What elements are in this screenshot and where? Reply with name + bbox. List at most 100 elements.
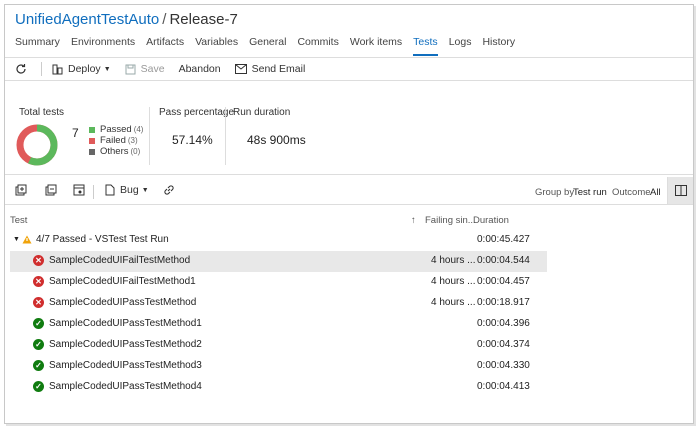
sort-up-icon[interactable]: ↑	[411, 215, 416, 226]
tab-commits[interactable]: Commits	[297, 36, 338, 56]
abandon-button[interactable]: Abandon	[179, 63, 221, 75]
total-tests-label: Total tests	[19, 107, 65, 118]
test-result-row[interactable]: ✓ SampleCodedUIPassTestMethod1 0:00:04.396	[10, 314, 547, 335]
run-duration-label: Run duration	[233, 107, 291, 118]
bug-label: Bug	[120, 184, 139, 196]
test-name: SampleCodedUIPassTestMethod4	[49, 381, 202, 392]
refresh-button[interactable]	[15, 63, 27, 75]
group-duration: 0:00:45.427	[477, 234, 530, 245]
column-test-header[interactable]: Test	[10, 215, 27, 226]
expand-all-icon[interactable]	[15, 184, 27, 196]
test-duration: 0:00:04.544	[477, 255, 530, 266]
failing-since: 4 hours ...	[431, 276, 476, 287]
deploy-button[interactable]: Deploy ▼	[52, 63, 111, 75]
save-label: Save	[140, 63, 165, 75]
group-by-label: Group by	[535, 187, 575, 198]
collapse-all-icon[interactable]	[45, 184, 57, 196]
others-swatch	[89, 148, 95, 155]
abandon-label: Abandon	[178, 63, 221, 75]
passed-count: (4)	[133, 125, 144, 134]
pass-percentage-label: Pass percentage	[159, 107, 235, 118]
bug-icon	[105, 184, 115, 196]
chevron-down-icon: ▼	[103, 65, 111, 73]
column-failing-since-header[interactable]: Failing sin...	[425, 215, 476, 226]
breadcrumb-separator: /	[162, 11, 167, 28]
test-run-group-row[interactable]: ▼ 4/7 Passed - VSTest Test Run 0:00:45.4…	[10, 230, 547, 251]
passed-label: Passed	[100, 124, 132, 135]
tab-summary[interactable]: Summary	[15, 36, 60, 56]
deploy-label: Deploy	[68, 63, 101, 75]
pass-fail-donut-chart	[16, 124, 58, 166]
passed-status-icon: ✓	[33, 339, 44, 350]
failed-count: (3)	[127, 136, 138, 145]
tab-work-items[interactable]: Work items	[350, 36, 402, 56]
test-name: SampleCodedUIPassTestMethod	[49, 297, 197, 308]
release-window: UnifiedAgentTestAuto / Release-7 Summary E…	[4, 4, 694, 424]
group-by-select[interactable]: Test run	[573, 187, 607, 198]
test-name: SampleCodedUIPassTestMethod1	[49, 318, 202, 329]
release-toolbar: Deploy ▼ Save Abandon Send Email	[5, 57, 693, 81]
passed-status-icon: ✓	[33, 360, 44, 371]
link-icon[interactable]	[163, 184, 175, 196]
others-label: Others	[100, 146, 129, 157]
legend-others: Others (0)	[89, 146, 143, 157]
test-result-row[interactable]: ✓ SampleCodedUIPassTestMethod2 0:00:04.374	[10, 335, 547, 356]
test-summary: Total tests 7 Passed (4) Failed (3) Others…	[5, 97, 693, 175]
columns-icon[interactable]	[73, 184, 85, 196]
tab-tests[interactable]: Tests	[413, 36, 438, 56]
test-result-row[interactable]: ✕ SampleCodedUIPassTestMethod 4 hours ... 0…	[10, 293, 547, 314]
mail-icon	[234, 64, 247, 74]
breadcrumb: UnifiedAgentTestAuto / Release-7	[15, 11, 238, 28]
send-email-button[interactable]: Send Email	[234, 63, 305, 75]
test-result-row[interactable]: ✓ SampleCodedUIPassTestMethod4 0:00:04.413	[10, 377, 547, 398]
test-result-row[interactable]: ✓ SampleCodedUIPassTestMethod3 0:00:04.330	[10, 356, 547, 377]
test-duration: 0:00:18.917	[477, 297, 530, 308]
column-duration-header[interactable]: Duration	[473, 215, 509, 226]
failing-since: 4 hours ...	[431, 297, 476, 308]
test-result-row[interactable]: ✕ SampleCodedUIFailTestMethod 4 hours ... 0…	[10, 251, 547, 272]
legend-passed: Passed (4)	[89, 124, 143, 135]
test-result-row[interactable]: ✕ SampleCodedUIFailTestMethod1 4 hours ...…	[10, 272, 547, 293]
test-name: SampleCodedUIFailTestMethod	[49, 255, 191, 266]
summary-divider	[149, 107, 150, 165]
test-name: SampleCodedUIFailTestMethod1	[49, 276, 196, 287]
test-duration: 0:00:04.330	[477, 360, 530, 371]
failed-status-icon: ✕	[33, 297, 44, 308]
release-title: Release-7	[169, 11, 238, 28]
test-duration: 0:00:04.374	[477, 339, 530, 350]
save-button[interactable]: Save	[125, 63, 165, 75]
passed-status-icon: ✓	[33, 381, 44, 392]
others-count: (0)	[130, 147, 141, 156]
donut-legend: Passed (4) Failed (3) Others (0)	[89, 124, 143, 157]
failed-label: Failed	[100, 135, 126, 146]
failed-swatch	[89, 137, 95, 144]
deploy-icon	[52, 64, 63, 74]
side-panel-icon	[674, 185, 687, 196]
refresh-icon	[16, 64, 26, 74]
passed-swatch	[89, 126, 95, 133]
outcome-label: Outcome	[612, 187, 651, 198]
details-pane-toggle[interactable]	[667, 177, 693, 204]
toolbar-divider	[93, 185, 94, 199]
tab-logs[interactable]: Logs	[449, 36, 472, 56]
summary-divider	[225, 107, 226, 165]
tab-artifacts[interactable]: Artifacts	[146, 36, 184, 56]
failed-status-icon: ✕	[33, 276, 44, 287]
run-duration-value: 48s 900ms	[247, 133, 306, 147]
tab-history[interactable]: History	[482, 36, 515, 56]
test-name: SampleCodedUIPassTestMethod2	[49, 339, 202, 350]
project-link[interactable]: UnifiedAgentTestAuto	[15, 11, 159, 28]
bug-button[interactable]: Bug ▼	[105, 184, 149, 196]
total-tests-value: 7	[72, 126, 79, 140]
test-name: SampleCodedUIPassTestMethod3	[49, 360, 202, 371]
tab-general[interactable]: General	[249, 36, 286, 56]
outcome-select[interactable]: All	[650, 187, 661, 198]
chevron-down-icon[interactable]: ▼	[13, 236, 20, 243]
failed-status-icon: ✕	[33, 255, 44, 266]
test-duration: 0:00:04.396	[477, 318, 530, 329]
tab-variables[interactable]: Variables	[195, 36, 238, 56]
pass-percentage-value: 57.14%	[172, 133, 213, 147]
tab-environments[interactable]: Environments	[71, 36, 135, 56]
group-label: 4/7 Passed - VSTest Test Run	[36, 234, 169, 245]
tab-bar: Summary Environments Artifacts Variables…	[15, 36, 526, 56]
